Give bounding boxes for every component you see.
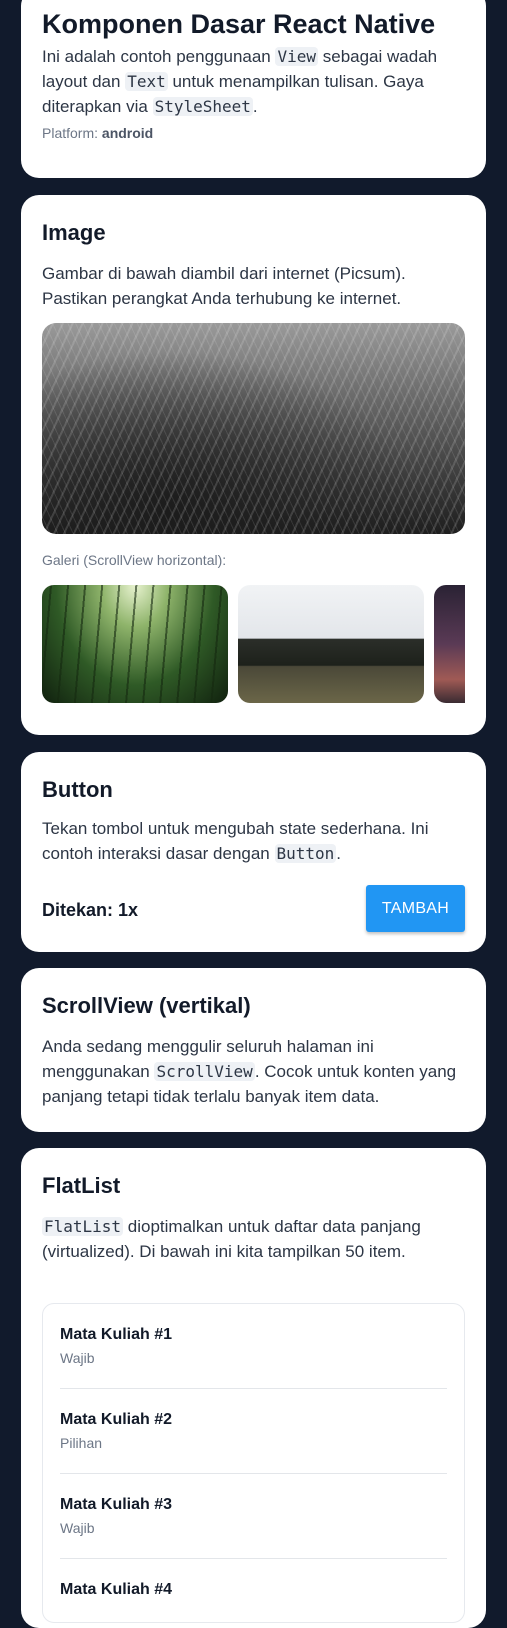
- list-item-title: Mata Kuliah #4: [60, 1581, 173, 1598]
- flatlist-description: FlatList dioptimalkan untuk daftar data …: [42, 1214, 465, 1264]
- list-item[interactable]: Mata Kuliah #2 Pilihan: [60, 1389, 447, 1474]
- horizontal-gallery[interactable]: [42, 585, 465, 705]
- list-item-subtitle: Pilihan: [60, 1435, 103, 1451]
- button-description: Tekan tombol untuk mengubah state sederh…: [42, 816, 465, 866]
- scrollview-title: ScrollView (vertikal): [42, 993, 251, 1018]
- code-button: Button: [274, 844, 337, 863]
- list-item-subtitle: Wajib: [60, 1350, 95, 1366]
- code-stylesheet: StyleSheet: [152, 97, 253, 116]
- button-title: Button: [42, 777, 113, 802]
- basics-desc-part: Ini adalah contoh penggunaan: [42, 47, 276, 66]
- basics-description: Ini adalah contoh penggunaan View sebaga…: [42, 44, 465, 119]
- image-description: Gambar di bawah diambil dari internet (P…: [42, 264, 406, 308]
- gallery-image-dusk: [434, 585, 465, 703]
- code-view: View: [275, 47, 319, 66]
- list-item[interactable]: Mata Kuliah #1 Wajib: [60, 1304, 447, 1389]
- code-flatlist: FlatList: [42, 1217, 124, 1236]
- flatlist-card: FlatList FlatList dioptimalkan untuk daf…: [21, 1148, 486, 1628]
- basics-desc-part: .: [252, 97, 258, 116]
- button-desc-part: Tekan tombol untuk mengubah state sederh…: [42, 819, 429, 863]
- list-item-title: Mata Kuliah #3: [60, 1496, 173, 1513]
- flatlist-title: FlatList: [42, 1173, 121, 1198]
- basics-card: Komponen Dasar React Native Ini adalah c…: [21, 0, 486, 178]
- tambah-button[interactable]: TAMBAH: [366, 885, 465, 932]
- press-counter: Ditekan: 1x: [42, 900, 139, 920]
- scrollview-card: ScrollView (vertikal) Anda sedang menggu…: [21, 968, 486, 1132]
- image-card: Image Gambar di bawah diambil dari inter…: [21, 195, 486, 735]
- list-item-title: Mata Kuliah #2: [60, 1411, 173, 1428]
- platform-value: android: [101, 125, 154, 141]
- hero-image-grass: [42, 323, 465, 534]
- gallery-image-forest: [42, 585, 228, 703]
- list-item-subtitle: Wajib: [60, 1520, 95, 1536]
- list-item[interactable]: Mata Kuliah #3 Wajib: [60, 1474, 447, 1559]
- list-item-title: Mata Kuliah #1: [60, 1326, 173, 1343]
- platform-label: Platform:: [42, 125, 102, 141]
- basics-title: Komponen Dasar React Native: [42, 9, 436, 39]
- image-title: Image: [42, 220, 106, 245]
- flatlist-list[interactable]: Mata Kuliah #1 Wajib Mata Kuliah #2 Pili…: [42, 1303, 465, 1623]
- scrollview-description: Anda sedang menggulir seluruh halaman in…: [42, 1034, 465, 1109]
- code-scrollview: ScrollView: [154, 1062, 255, 1081]
- gallery-label: Galeri (ScrollView horizontal):: [42, 552, 227, 568]
- platform-info: Platform: android: [42, 125, 153, 141]
- list-item[interactable]: Mata Kuliah #4: [60, 1559, 447, 1622]
- code-text: Text: [125, 72, 168, 91]
- gallery-image-field: [238, 585, 424, 703]
- button-card: Button Tekan tombol untuk mengubah state…: [21, 752, 486, 952]
- button-desc-part: .: [336, 844, 342, 863]
